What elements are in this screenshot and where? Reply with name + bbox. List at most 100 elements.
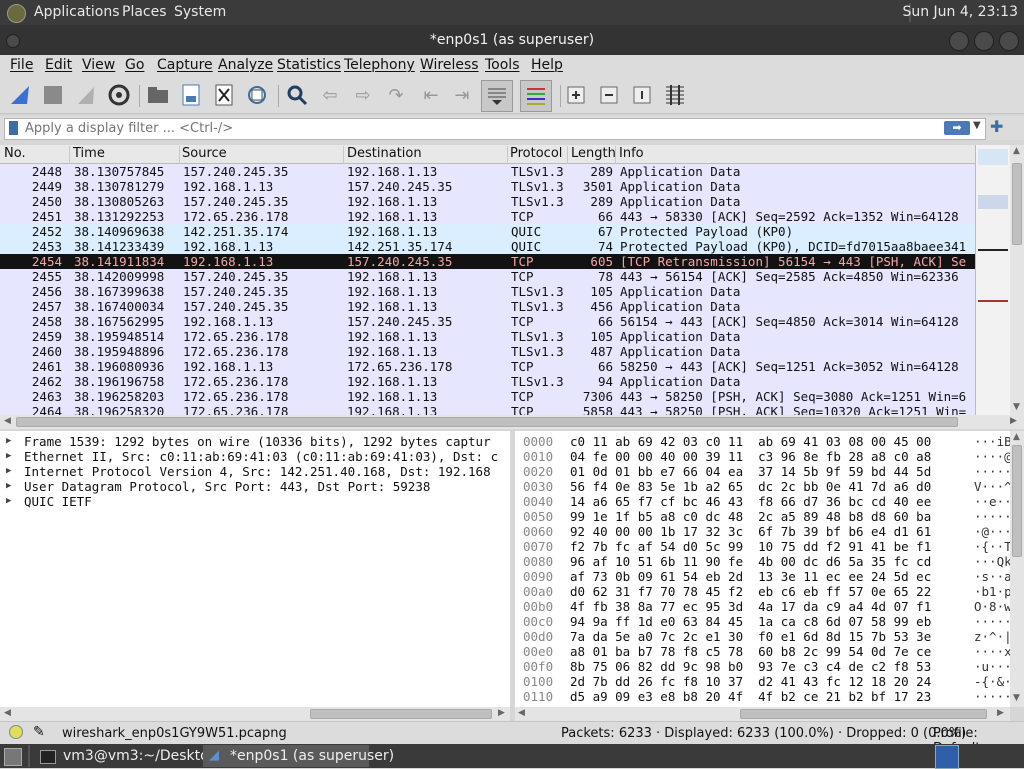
scroll-right-icon[interactable]: ▶ (498, 708, 505, 718)
filter-history-dropdown-icon[interactable]: ▼ (973, 120, 981, 131)
column-header-source[interactable]: Source (182, 146, 227, 161)
hexdump-row[interactable]: 0040 14 a6 65 f7 cf bc 46 43 f8 66 d7 36 … (515, 494, 1010, 509)
maximize-window-icon[interactable] (974, 31, 994, 51)
expand-arrow-icon[interactable]: ▶ (6, 464, 11, 479)
taskbar-item-wireshark[interactable]: *enp0s1 (as superuser) (230, 745, 394, 767)
tree-item-ethernet[interactable]: ▶ Ethernet II, Src: c0:11:ab:69:41:03 (c0… (0, 449, 510, 464)
menu-help[interactable]: Help (531, 57, 563, 73)
scroll-up-icon[interactable]: ▲ (1013, 432, 1020, 442)
packet-list-vscrollbar[interactable]: ▲ ▼ (1010, 145, 1024, 415)
scrollbar-thumb[interactable] (1012, 163, 1022, 245)
hexdump-row[interactable]: 0000 c0 11 ab 69 42 03 c0 11 ab 69 41 03 … (515, 434, 1010, 449)
system-menu[interactable]: System (174, 4, 226, 20)
capture-status-led-icon[interactable] (9, 725, 23, 739)
column-divider[interactable] (69, 146, 70, 164)
normal-size-icon[interactable] (630, 83, 654, 107)
scrollbar-thumb[interactable] (740, 709, 987, 719)
reload-icon[interactable] (245, 83, 269, 107)
zoom-out-icon[interactable] (597, 83, 621, 107)
menu-analyze[interactable]: Analyze (218, 57, 273, 73)
menu-wireless[interactable]: Wireless (420, 57, 479, 73)
add-filter-button-icon[interactable]: ✚ (990, 117, 1003, 136)
hexdump-row[interactable]: 00d0 7a da 5e a0 7c 2c e1 30 f0 e1 6d 8d … (515, 629, 1010, 644)
colorize-icon[interactable] (520, 80, 552, 112)
menu-file[interactable]: File (10, 57, 33, 73)
shark-fin-start-icon[interactable] (8, 83, 32, 107)
menu-capture[interactable]: Capture (157, 57, 213, 73)
column-divider[interactable] (343, 146, 344, 164)
go-forward-icon[interactable]: ⇨ (351, 83, 375, 107)
table-row[interactable]: 2455 38.142009998 157.240.245.35 192.168.1.… (0, 269, 975, 284)
hexdump-row[interactable]: 0030 56 f4 0e 83 5e 1b a2 65 dc 2c bb 0e … (515, 479, 1010, 494)
scroll-right-icon[interactable]: ▶ (1010, 416, 1017, 426)
table-row[interactable]: 2452 38.140969638 142.251.35.174 192.168.1.… (0, 224, 975, 239)
menu-tools[interactable]: Tools (485, 57, 520, 73)
hexdump-row[interactable]: 0070 f2 7b fc af 54 d0 5c 99 10 75 dd f2 … (515, 539, 1010, 554)
applications-menu[interactable]: Applications (34, 4, 120, 20)
minimize-window-icon[interactable] (949, 31, 969, 51)
edit-comment-icon[interactable]: ✎ (33, 724, 45, 740)
hexdump-row[interactable]: 0010 04 fe 00 00 40 00 39 11 c3 96 8e fb … (515, 449, 1010, 464)
open-folder-icon[interactable] (146, 83, 170, 107)
workspace-switcher-icon[interactable] (935, 745, 959, 769)
tree-item-frame[interactable]: ▶ Frame 1539: 1292 bytes on wire (10336 b… (0, 434, 510, 449)
column-divider[interactable] (567, 146, 568, 164)
column-header-no[interactable]: No. (4, 146, 26, 161)
scroll-left-icon[interactable]: ◀ (4, 708, 11, 718)
scroll-left-icon[interactable]: ◀ (4, 416, 11, 426)
packet-list-hscrollbar[interactable]: ◀ ▶ (0, 415, 1024, 429)
table-row[interactable]: 2464 38.196258320 172.65.236.178 192.168.1.… (0, 404, 975, 415)
hexdump-row[interactable]: 0100 2d 7b dd 26 fc f8 10 37 d2 41 43 fc … (515, 674, 1010, 689)
column-header-info[interactable]: Info (619, 146, 644, 161)
menu-go[interactable]: Go (125, 57, 144, 73)
table-row[interactable]: 2451 38.131292253 172.65.236.178 192.168.1.… (0, 209, 975, 224)
expand-arrow-icon[interactable]: ▶ (6, 434, 11, 449)
hexdump-hscrollbar[interactable]: ◀ ▶ (515, 707, 1010, 721)
scroll-down-icon[interactable]: ▼ (1013, 402, 1020, 412)
hexdump-row[interactable]: 00a0 d0 62 31 f7 70 78 45 f2 eb c6 eb ff … (515, 584, 1010, 599)
apply-filter-arrow-icon[interactable]: ➡ (944, 121, 970, 135)
gear-options-icon[interactable] (107, 83, 131, 107)
find-magnifier-icon[interactable] (285, 83, 309, 107)
scroll-left-icon[interactable]: ◀ (518, 708, 525, 718)
hexdump-row[interactable]: 00c0 94 9a ff 1d e0 63 84 45 1a ca c8 6d … (515, 614, 1010, 629)
restart-fin-icon[interactable] (74, 83, 98, 107)
expand-arrow-icon[interactable]: ▶ (6, 494, 11, 509)
hexdump-row[interactable]: 0020 01 0d 01 bb e7 66 04 ea 37 14 5b 9f … (515, 464, 1010, 479)
table-row[interactable]: 2450 38.130805263 157.240.245.35 192.168.1.… (0, 194, 975, 209)
table-row[interactable]: 2456 38.167399638 157.240.245.35 192.168.1.… (0, 284, 975, 299)
scrollbar-thumb[interactable] (1012, 445, 1022, 557)
column-divider[interactable] (615, 146, 616, 164)
menu-edit[interactable]: Edit (45, 57, 72, 73)
scroll-right-icon[interactable]: ▶ (997, 708, 1004, 718)
column-divider[interactable] (507, 146, 508, 164)
table-row[interactable]: 2458 38.167562995 192.168.1.13 157.240.245.… (0, 314, 975, 329)
display-filter-input[interactable] (25, 120, 935, 136)
table-row[interactable]: 2461 38.196080936 192.168.1.13 172.65.236.1… (0, 359, 975, 374)
window-titlebar[interactable]: *enp0s1 (as superuser) (0, 25, 1024, 55)
scroll-up-icon[interactable]: ▲ (1013, 146, 1020, 156)
zoom-in-icon[interactable] (564, 83, 588, 107)
table-row[interactable]: 2449 38.130781279 192.168.1.13 157.240.245.… (0, 179, 975, 194)
column-divider[interactable] (179, 146, 180, 164)
first-packet-icon[interactable]: ⇤ (419, 83, 443, 107)
tree-item-quic[interactable]: ▶ QUIC IETF (0, 494, 510, 509)
hexdump-row[interactable]: 0090 af 73 0b 09 61 54 eb 2d 13 3e 11 ec … (515, 569, 1010, 584)
tree-item-ipv4[interactable]: ▶ Internet Protocol Version 4, Src: 142.2… (0, 464, 510, 479)
column-header-length[interactable]: Length (571, 146, 616, 161)
close-file-icon[interactable] (212, 83, 236, 107)
column-header-destination[interactable]: Destination (347, 146, 422, 161)
hexdump-row[interactable]: 0050 99 1e 1f b5 a8 c0 dc 48 2c a5 89 48 … (515, 509, 1010, 524)
table-row[interactable]: 2457 38.167400034 157.240.245.35 192.168.1.… (0, 299, 975, 314)
save-file-icon[interactable] (179, 83, 203, 107)
scrollbar-thumb[interactable] (16, 417, 958, 427)
packet-minimap[interactable] (975, 145, 1011, 415)
hexdump-row[interactable]: 00b0 4f fb 38 8a 77 ec 95 3d 4a 17 da c9 … (515, 599, 1010, 614)
packet-details-tree[interactable]: ▶ Frame 1539: 1292 bytes on wire (10336 b… (0, 431, 510, 707)
hexdump-row[interactable]: 00e0 a8 01 ba b7 78 f8 c5 78 60 b8 2c 99 … (515, 644, 1010, 659)
hexdump-row[interactable]: 00f0 8b 75 06 82 dd 9c 98 b0 93 7e c3 c4 … (515, 659, 1010, 674)
hexdump-vscrollbar[interactable]: ▲ ▼ (1010, 431, 1024, 707)
menu-view[interactable]: View (82, 57, 115, 73)
go-back-icon[interactable]: ⇦ (318, 83, 342, 107)
resize-columns-icon[interactable] (663, 83, 687, 107)
